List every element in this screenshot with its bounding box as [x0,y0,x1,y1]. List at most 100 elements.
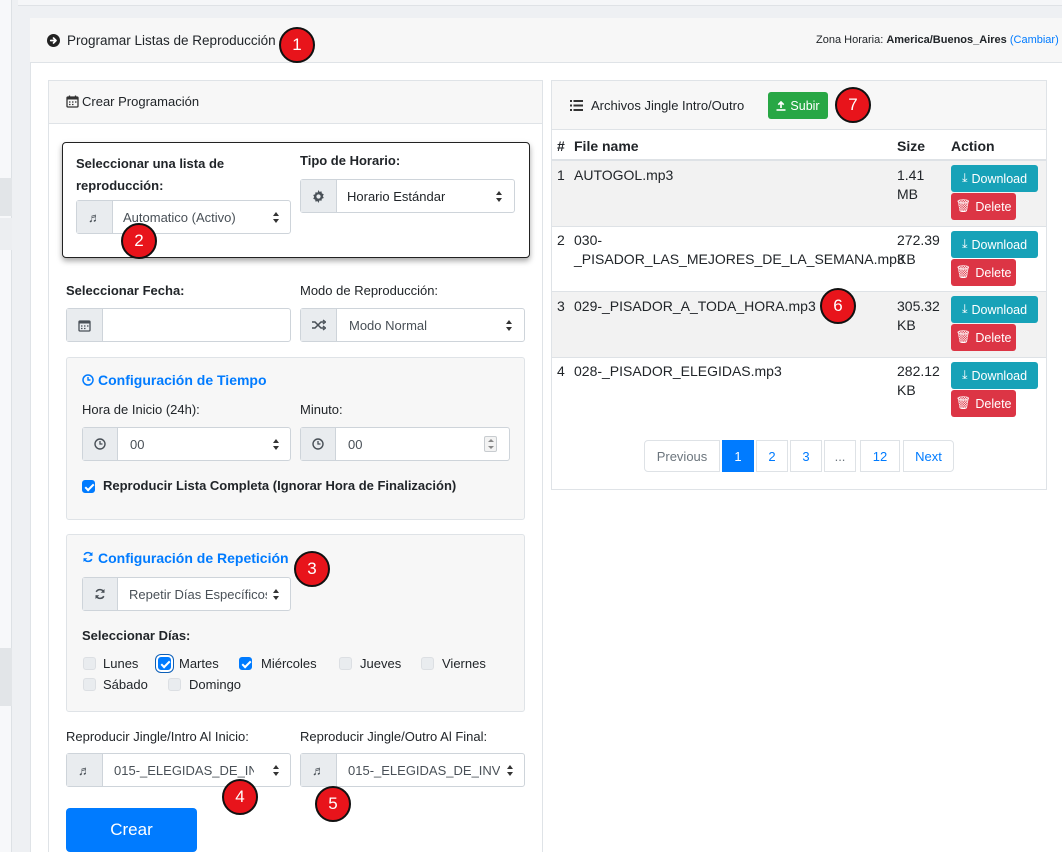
clock-icon [83,428,118,460]
trash-icon: 🗑 [955,199,972,213]
download-icon: ⤓ [961,237,968,251]
day-label-lunes: Lunes [103,656,139,671]
delete-button[interactable]: 🗑 Delete [951,324,1016,351]
repeat-select[interactable]: Repetir Días Específicos [82,577,291,611]
delete-button[interactable]: 🗑 Delete [951,390,1016,417]
jingle-intro-label: Reproducir Jingle/Intro Al Inicio: [66,729,249,744]
minute-input[interactable]: 00 [300,427,510,461]
day-checkbox-lunes[interactable] [83,657,96,670]
date-label: Seleccionar Fecha: [66,283,185,298]
time-config-title: Configuración de Tiempo [98,372,267,388]
full-playlist-checkbox[interactable] [82,480,95,493]
timezone-value: America/Buenos_Aires [886,34,1007,46]
start-hour-select[interactable]: 00 [82,427,291,461]
pagination-next[interactable]: Next [903,440,954,472]
annotation-marker-2: 2 [121,223,157,259]
number-spinner[interactable] [484,436,497,452]
day-checkbox-domingo[interactable] [168,678,181,691]
pagination-page-12[interactable]: 12 [860,440,900,472]
jingle-outro-value: 015-_ELEGIDAS_DE_INVIERNO [348,762,500,778]
select-arrows-icon [273,765,280,776]
pagination-ellipsis: ... [824,440,856,472]
download-button[interactable]: ⤓ Download [951,296,1038,323]
delete-label: Delete [975,199,1012,214]
create-schedule-title: Crear Programación [82,94,200,109]
select-arrows-icon [273,589,280,600]
download-icon: ⤓ [961,368,968,382]
schedule-type-value: Horario Estándar [347,188,446,204]
jingle-intro-select[interactable]: ♬ 015-_ELEGIDAS_DE_INVIERNO [66,753,291,787]
select-arrows-icon [496,191,503,202]
pagination-page-3[interactable]: 3 [790,440,822,472]
start-hour-label: Hora de Inicio (24h): [82,402,200,417]
jingle-outro-select[interactable]: ♬ 015-_ELEGIDAS_DE_INVIERNO [300,753,525,787]
schedule-type-label: Tipo de Horario: [300,153,401,168]
delete-button[interactable]: 🗑 Delete [951,259,1016,286]
upload-button-label: Subir [790,98,820,113]
minute-label: Minuto: [300,402,343,417]
playlist-select[interactable]: ♬ Automatico (Activo) [76,200,291,234]
pagination-previous[interactable]: Previous [644,440,720,472]
download-button[interactable]: ⤓ Download [951,231,1038,258]
row-number: 3 [557,298,565,314]
row-number: 4 [557,363,565,379]
shuffle-icon [301,309,337,341]
sync-icon [83,578,118,610]
pagination-page-1[interactable]: 1 [722,440,754,472]
annotation-marker-6: 6 [820,288,856,324]
sync-icon [83,551,93,563]
col-header-size: Size [897,138,926,154]
delete-button[interactable]: 🗑 Delete [951,193,1016,220]
download-icon: ⤓ [961,302,968,316]
select-arrows-icon [273,439,280,450]
schedule-type-select[interactable]: Horario Estándar [300,179,515,213]
day-checkbox-sabado[interactable] [83,678,96,691]
pagination-page-2[interactable]: 2 [756,440,788,472]
day-label-sabado: Sábado [103,677,148,692]
row-filename: 030- _PISADOR_LAS_MEJORES_DE_LA_SEMANA.mp… [574,232,905,267]
music-icon: ♬ [67,754,103,786]
annotation-marker-7: 7 [835,87,871,123]
row-filename: AUTOGOL.mp3 [574,167,674,183]
row-number: 2 [557,232,565,248]
annotation-marker-4: 4 [222,779,258,815]
day-checkbox-jueves[interactable] [339,657,352,670]
start-hour-value: 00 [130,436,145,452]
full-playlist-label: Reproducir Lista Completa (Ignorar Hora … [103,478,457,493]
download-label: Download [971,237,1028,252]
annotation-marker-5: 5 [315,786,351,822]
delete-label: Delete [975,396,1012,411]
day-checkbox-miercoles[interactable] [239,657,252,670]
delete-label: Delete [975,265,1012,280]
col-header-num: # [557,138,565,154]
day-checkbox-martes[interactable] [158,657,171,670]
annotation-marker-3: 3 [294,551,330,587]
create-button[interactable]: Crear [66,808,197,852]
upload-icon [776,100,786,111]
download-icon: ⤓ [961,171,968,185]
select-arrows-icon [273,212,280,223]
calendar-icon [66,95,79,108]
music-icon: ♬ [301,754,337,786]
download-button[interactable]: ⤓ Download [951,165,1038,192]
clock-icon [301,428,336,460]
timezone-change-link[interactable]: (Cambiar) [1010,34,1059,46]
mode-value: Modo Normal [349,317,428,333]
calendar-icon [67,309,103,341]
download-label: Download [971,368,1028,383]
trash-icon: 🗑 [955,265,972,279]
row-filename: 029-_PISADOR_A_TODA_HORA.mp3 [574,298,816,314]
jingle-files-title: Archivos Jingle Intro/Outro [591,98,745,113]
row-size: 305.32 KB [897,298,940,333]
download-button[interactable]: ⤓ Download [951,362,1038,389]
day-label-viernes: Viernes [442,656,486,671]
timezone-info: Zona Horaria: America/Buenos_Aires (Camb… [816,34,1059,46]
upload-button[interactable]: Subir [768,92,828,119]
mode-label: Modo de Reproducción: [300,283,439,298]
mode-select[interactable]: Modo Normal [300,308,525,342]
date-input[interactable] [66,308,291,342]
delete-label: Delete [975,330,1012,345]
day-label-jueves: Jueves [360,656,402,671]
day-checkbox-viernes[interactable] [421,657,434,670]
row-size: 272.39 KB [897,232,940,267]
